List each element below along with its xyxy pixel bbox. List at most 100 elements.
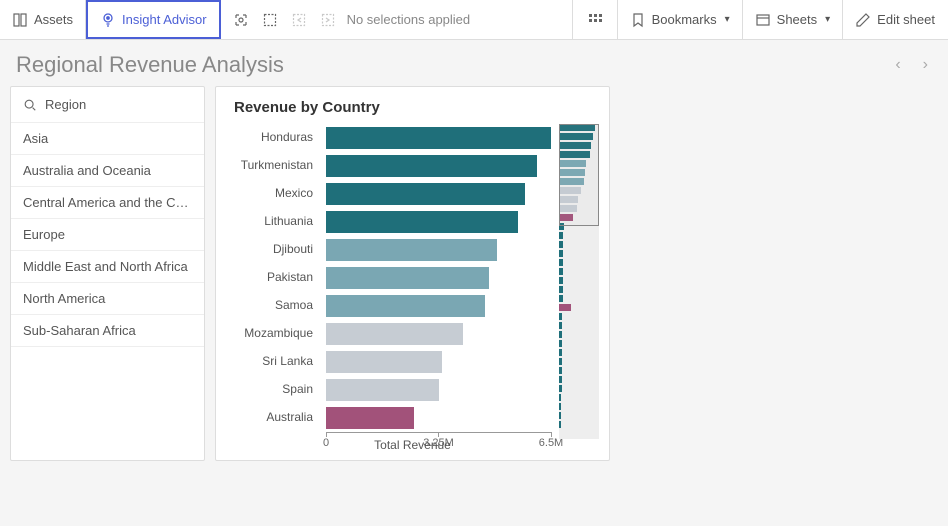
bar-row[interactable]: Lithuania [326,208,551,236]
assets-label: Assets [34,12,73,27]
assets-button[interactable]: Assets [0,0,86,39]
bar-row[interactable]: Australia [326,404,551,432]
edit-icon [855,12,871,28]
region-list-item[interactable]: Middle East and North Africa [11,251,204,283]
prev-sheet-button[interactable]: ‹ [891,52,904,78]
region-list-item[interactable]: Central America and the Cari... [11,187,204,219]
bar-fill [326,239,497,261]
insight-advisor-label: Insight Advisor [122,12,207,27]
mini-bar [559,412,561,419]
page-title: Regional Revenue Analysis [16,52,284,78]
bar-row[interactable]: Turkmenistan [326,152,551,180]
bar-fill [326,211,518,233]
title-bar: Regional Revenue Analysis ‹ › [0,40,948,86]
mini-bar [559,277,563,284]
smart-search-button[interactable] [221,0,256,39]
mini-bar [559,241,563,248]
bar-row[interactable]: Mozambique [326,320,551,348]
bar-fill [326,127,551,149]
bar-row[interactable]: Mexico [326,180,551,208]
sheets-button[interactable]: Sheets ▾ [743,0,844,39]
bar-label: Lithuania [226,208,321,234]
mini-bar [559,304,571,311]
chart-area: HondurasTurkmenistanMexicoLithuaniaDjibo… [226,124,599,454]
region-filter-header[interactable]: Region [11,87,204,123]
bar-row[interactable]: Spain [326,376,551,404]
mini-bar [559,169,585,176]
bar-row[interactable]: Sri Lanka [326,348,551,376]
region-list-item[interactable]: Australia and Oceania [11,155,204,187]
mini-bar [559,232,563,239]
bar-fill [326,407,414,429]
mini-bar [559,376,562,383]
mini-bar [559,160,586,167]
revenue-chart-panel[interactable]: Revenue by Country HondurasTurkmenistanM… [215,86,610,461]
mini-bar [559,322,562,329]
mini-bar [559,403,561,410]
mini-bar [559,394,561,401]
region-list-item[interactable]: Sub-Saharan Africa [11,315,204,347]
mini-bar [559,178,584,185]
region-filter-label: Region [45,97,86,112]
mini-bar [559,385,562,392]
mini-bar [559,349,562,356]
region-list-item[interactable]: Asia [11,123,204,155]
region-list-item[interactable]: North America [11,283,204,315]
region-list-item[interactable]: Europe [11,219,204,251]
bar-row[interactable]: Pakistan [326,264,551,292]
bar-label: Spain [226,376,321,402]
bar-fill [326,379,439,401]
grid-button[interactable] [572,0,618,39]
mini-bar [559,358,562,365]
bar-label: Samoa [226,292,321,318]
selections-tool-icon [262,12,278,28]
grid-icon [587,12,603,28]
mini-bar [559,214,573,221]
bar-row[interactable]: Samoa [326,292,551,320]
mini-bar [559,223,564,230]
next-sheet-button[interactable]: › [919,52,932,78]
chart-title: Revenue by Country [234,99,599,116]
mini-bar [559,142,591,149]
mini-bar [559,259,563,266]
sheets-label: Sheets [777,12,817,27]
mini-bar [559,133,593,140]
bar-label: Mozambique [226,320,321,346]
x-tick: 0 [323,437,329,449]
step-back-button[interactable] [285,0,314,39]
edit-sheet-label: Edit sheet [877,12,935,27]
edit-sheet-button[interactable]: Edit sheet [843,0,948,39]
mini-bar [559,268,563,275]
bar-label: Sri Lanka [226,348,321,374]
chevron-down-icon: ▾ [725,14,730,25]
bar-label: Mexico [226,180,321,206]
mini-bar [559,367,562,374]
insight-advisor-button[interactable]: Insight Advisor [86,0,221,39]
bar-row[interactable]: Honduras [326,124,551,152]
region-filter-pane: Region AsiaAustralia and OceaniaCentral … [10,86,205,461]
bar-fill [326,267,489,289]
step-forward-button[interactable] [314,0,343,39]
bar-label: Pakistan [226,264,321,290]
mini-bar [559,331,562,338]
bar-label: Honduras [226,124,321,150]
sheet-nav: ‹ › [891,52,932,78]
bar-label: Australia [226,404,321,430]
selections-tool-button[interactable] [256,0,285,39]
bar-fill [326,155,537,177]
mini-bar [559,295,563,302]
bar-label: Turkmenistan [226,152,321,178]
mini-bar [559,313,562,320]
smart-search-icon [233,12,249,28]
bar-fill [326,183,525,205]
search-icon [23,98,37,112]
bar-row[interactable]: Djibouti [326,236,551,264]
bookmark-icon [630,12,646,28]
bar-fill [326,351,442,373]
bookmarks-button[interactable]: Bookmarks ▾ [618,0,743,39]
no-selections-label: No selections applied [347,12,471,27]
chart-mini-map[interactable] [559,124,599,439]
mini-bar [559,286,563,293]
x-axis-title: Total Revenue [374,438,451,452]
step-forward-icon [320,12,336,28]
